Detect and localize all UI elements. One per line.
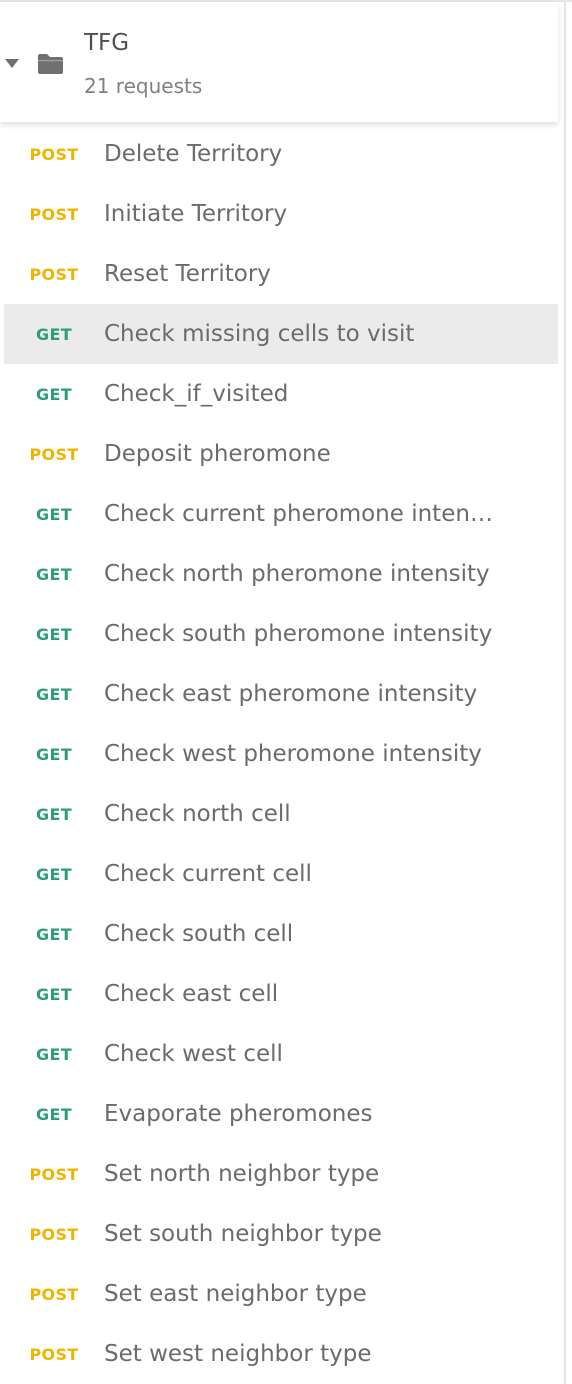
request-method-badge: GET (36, 384, 72, 404)
request-item[interactable]: POST Set north neighbor type (4, 1144, 558, 1204)
request-name: Check north pheromone intensity (104, 561, 490, 587)
request-list: POST Delete Territory POST Initiate Territo… (4, 124, 558, 1384)
request-name: Initiate Territory (104, 201, 288, 227)
request-method-badge: GET (36, 1044, 72, 1064)
request-name: Evaporate pheromones (104, 1101, 373, 1127)
folder-icon (38, 54, 63, 74)
request-method-badge: POST (29, 204, 79, 224)
request-name: Check missing cells to visit (104, 321, 415, 347)
request-method-badge: GET (36, 924, 72, 944)
request-item[interactable]: POST Set south neighbor type (4, 1204, 558, 1264)
request-item[interactable]: GET Check_if_visited (4, 364, 558, 424)
request-method-badge: POST (29, 1284, 79, 1304)
request-item[interactable]: GET Check current pheromone intens... (4, 484, 558, 544)
request-name: Check north cell (104, 801, 291, 827)
request-method-badge: GET (36, 684, 72, 704)
request-method-badge: GET (36, 984, 72, 1004)
request-name: Check west pheromone intensity (104, 741, 482, 767)
request-method-badge: POST (29, 1344, 79, 1364)
request-method-badge: GET (36, 504, 72, 524)
collection-header[interactable]: TFG 21 requests (0, 2, 558, 122)
request-item[interactable]: GET Evaporate pheromones (4, 1084, 558, 1144)
caret-down-icon[interactable] (5, 59, 19, 68)
request-name: Deposit pheromone (104, 441, 331, 467)
request-item[interactable]: POST Set east neighbor type (4, 1264, 558, 1324)
request-name: Set west neighbor type (104, 1341, 372, 1367)
request-item[interactable]: GET Check west pheromone intensity (4, 724, 558, 784)
request-name: Check east cell (104, 981, 279, 1007)
request-item[interactable]: GET Check north pheromone intensity (4, 544, 558, 604)
request-name: Check current pheromone intens... (104, 501, 498, 527)
request-item[interactable]: POST Initiate Territory (4, 184, 558, 244)
request-method-badge: GET (36, 804, 72, 824)
request-method-badge: GET (36, 744, 72, 764)
request-method-badge: POST (29, 144, 79, 164)
request-item[interactable]: GET Check current cell (4, 844, 558, 904)
request-method-badge: POST (29, 264, 79, 284)
request-name: Check current cell (104, 861, 312, 887)
request-item[interactable]: GET Check south pheromone intensity (4, 604, 558, 664)
request-name: Check_if_visited (104, 381, 289, 407)
request-item[interactable]: GET Check east pheromone intensity (4, 664, 558, 724)
request-item[interactable]: GET Check south cell (4, 904, 558, 964)
request-method-badge: POST (29, 1224, 79, 1244)
request-name: Check east pheromone intensity (104, 681, 478, 707)
scrollbar-track[interactable] (564, 2, 566, 1384)
request-name: Set east neighbor type (104, 1281, 367, 1307)
request-method-badge: POST (29, 444, 79, 464)
request-method-badge: GET (36, 324, 72, 344)
request-method-badge: GET (36, 624, 72, 644)
request-name: Set north neighbor type (104, 1161, 380, 1187)
request-name: Check south cell (104, 921, 294, 947)
request-name: Check west cell (104, 1041, 283, 1067)
request-name: Reset Territory (104, 261, 271, 287)
request-method-badge: GET (36, 864, 72, 884)
request-item[interactable]: POST Delete Territory (4, 124, 558, 184)
request-method-badge: GET (36, 564, 72, 584)
request-item[interactable]: POST Set west neighbor type (4, 1324, 558, 1384)
request-name: Check south pheromone intensity (104, 621, 493, 647)
request-item[interactable]: GET Check missing cells to visit (4, 304, 558, 364)
request-item[interactable]: GET Check east cell (4, 964, 558, 1024)
request-name: Delete Territory (104, 141, 283, 167)
collection-request-count: 21 requests (84, 74, 203, 98)
request-name: Set south neighbor type (104, 1221, 382, 1247)
collection-name: TFG (84, 30, 130, 56)
request-item[interactable]: POST Reset Territory (4, 244, 558, 304)
collection-sidebar: TFG 21 requests POST Delete Territory POST… (0, 0, 572, 1384)
request-item[interactable]: POST Deposit pheromone (4, 424, 558, 484)
request-item[interactable]: GET Check north cell (4, 784, 558, 844)
request-item[interactable]: GET Check west cell (4, 1024, 558, 1084)
request-method-badge: POST (29, 1164, 79, 1184)
request-method-badge: GET (36, 1104, 72, 1124)
